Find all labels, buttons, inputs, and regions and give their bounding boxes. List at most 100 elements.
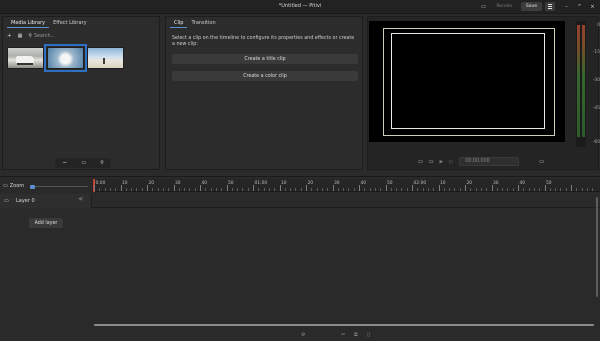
create-title-clip-button[interactable]: Create a title clip — [172, 54, 358, 64]
group-icon[interactable]: ⧉ — [354, 331, 358, 339]
ruler-label: 30 — [175, 181, 181, 186]
ruler-minor-tick — [528, 188, 530, 191]
maximize-icon[interactable]: ^ — [575, 2, 584, 11]
ruler-minor-tick — [576, 188, 578, 191]
search-icon: ⚲ — [28, 33, 33, 39]
render-button[interactable]: Render — [491, 2, 518, 11]
timecode-field[interactable]: 00:00.000 — [459, 157, 520, 166]
timeline: ▭ Zoom 0:00 10 20 30 40 50 01:00 10 20 30 40 50 02:0… — [0, 176, 600, 341]
remove-icon[interactable]: − — [62, 159, 67, 167]
search-field[interactable]: ⚲ Search... — [28, 32, 55, 40]
ruler-label: 01:00 — [254, 181, 268, 186]
ruler-minor-tick — [390, 188, 392, 191]
layer-header[interactable]: ▭ Layer 0 ◀) — [0, 194, 92, 208]
add-icon[interactable]: + — [7, 32, 12, 40]
ruler-minor-tick — [184, 188, 186, 191]
ruler-label: 0:00 — [95, 181, 106, 186]
horizontal-scrollbar[interactable] — [94, 324, 594, 326]
ruler-minor-tick — [162, 188, 164, 191]
ruler-minor-tick — [364, 188, 366, 191]
zoom-slider-handle[interactable] — [30, 184, 35, 189]
ruler-minor-tick — [316, 188, 318, 191]
clip-thumbnail-car[interactable] — [7, 47, 44, 69]
vertical-scrollbar[interactable] — [596, 197, 598, 297]
ruler-minor-tick — [231, 188, 233, 191]
library-tabs: Media Library Effect Library — [7, 18, 91, 28]
ruler-minor-tick — [178, 188, 180, 191]
tab-transition[interactable]: Transition — [187, 18, 219, 28]
timeline-toolbar: ▭ Zoom 0:00 10 20 30 40 50 01:00 10 20 30 40 50 02:0… — [0, 177, 600, 193]
ruler-minor-tick — [565, 188, 567, 191]
ruler-label: 50 — [546, 181, 552, 186]
ruler-tick — [571, 185, 572, 191]
menu-icon[interactable] — [545, 2, 555, 11]
layer-name: Layer 0 — [16, 198, 35, 204]
ruler-minor-tick — [205, 188, 207, 191]
minimize-icon[interactable]: – — [562, 2, 571, 11]
ruler-minor-tick — [141, 188, 143, 191]
detach-viewer-icon[interactable]: ▭ — [539, 158, 544, 166]
clip-thumbnails — [7, 44, 124, 72]
tab-clip[interactable]: Clip — [170, 18, 188, 28]
ruler-label: 40 — [360, 181, 367, 186]
zoom-fit-icon[interactable]: ▭ — [3, 182, 8, 190]
ruler-minor-tick — [295, 188, 297, 191]
ruler-minor-tick — [247, 188, 249, 191]
grid-view-icon[interactable]: ▦ — [18, 32, 23, 40]
ruler-minor-tick — [496, 188, 498, 191]
save-button[interactable]: Save — [521, 2, 542, 11]
ruler-label: 20 — [466, 181, 473, 186]
ruler-minor-tick — [131, 188, 133, 191]
ruler-minor-tick — [539, 188, 541, 191]
ruler-minor-tick — [374, 188, 376, 191]
create-color-clip-button[interactable]: Create a color clip — [172, 71, 358, 81]
audio-toggle-icon[interactable]: ◀) — [78, 197, 83, 202]
ruler-minor-tick — [99, 188, 101, 191]
add-layer-button[interactable]: Add layer — [29, 218, 63, 228]
zoom-label: Zoom — [9, 183, 25, 189]
tab-effect-library[interactable]: Effect Library — [49, 18, 90, 28]
ruler-minor-tick — [586, 188, 588, 191]
preview-icon[interactable]: ⚲ — [100, 159, 104, 167]
ruler-minor-tick — [109, 188, 111, 191]
viewer-pane: 0 -15 -30 -45 -60 ▭ ▭ ▶ ▷ 00:00.000 ▭ — [367, 16, 600, 170]
ruler-label: 50 — [387, 181, 393, 186]
title-safe-frame — [391, 33, 545, 129]
folder-icon[interactable]: ▭ — [479, 2, 488, 11]
meter-scale: 0 -15 -30 -45 -60 — [588, 21, 600, 147]
settings-icon[interactable]: ⚙ — [301, 331, 305, 339]
ruler-minor-tick — [237, 188, 239, 191]
ruler-minor-tick — [459, 188, 461, 191]
step-back-icon[interactable]: ▭ — [429, 158, 434, 166]
play-icon[interactable]: ▶ — [439, 158, 443, 166]
delete-icon[interactable]: ▯ — [367, 331, 370, 339]
ruler-minor-tick — [189, 188, 191, 191]
clip-thumbnail-snow[interactable] — [44, 44, 87, 72]
layer-menu-icon[interactable]: ▭ — [4, 197, 9, 205]
ruler-minor-tick — [480, 188, 482, 191]
split-icon[interactable]: ✂ — [341, 331, 345, 339]
layer-row: ▭ Layer 0 ◀) — [0, 194, 600, 208]
step-forward-icon[interactable]: ▷ — [449, 158, 453, 166]
clip-panel-description: Select a clip on the timeline to configu… — [172, 36, 355, 48]
ruler-minor-tick — [454, 188, 456, 191]
clip-thumbnail-beach[interactable] — [87, 47, 124, 69]
zoom-slider[interactable] — [32, 186, 88, 187]
ruler-minor-tick — [258, 188, 260, 191]
tab-media-library[interactable]: Media Library — [7, 18, 50, 28]
ruler-minor-tick — [592, 188, 594, 191]
ruler-minor-tick — [533, 188, 535, 191]
close-icon[interactable]: × — [588, 2, 597, 11]
ruler-minor-tick — [422, 188, 424, 191]
time-ruler[interactable]: 0:00 10 20 30 40 50 01:00 10 20 30 40 50 02:00 10 20 30… — [92, 179, 600, 192]
meter-label: -45 — [592, 106, 600, 111]
go-to-start-icon[interactable]: ▭ — [418, 158, 423, 166]
insert-at-end-icon[interactable]: ▭ — [81, 159, 86, 167]
ruler-minor-tick — [348, 188, 350, 191]
ruler-minor-tick — [401, 188, 403, 191]
ruler-minor-tick — [221, 188, 223, 191]
library-actions: − ▭ ⚲ — [55, 158, 111, 168]
ruler-minor-tick — [581, 188, 583, 191]
ruler-minor-tick — [555, 188, 557, 191]
ruler-label: 10 — [281, 181, 287, 186]
